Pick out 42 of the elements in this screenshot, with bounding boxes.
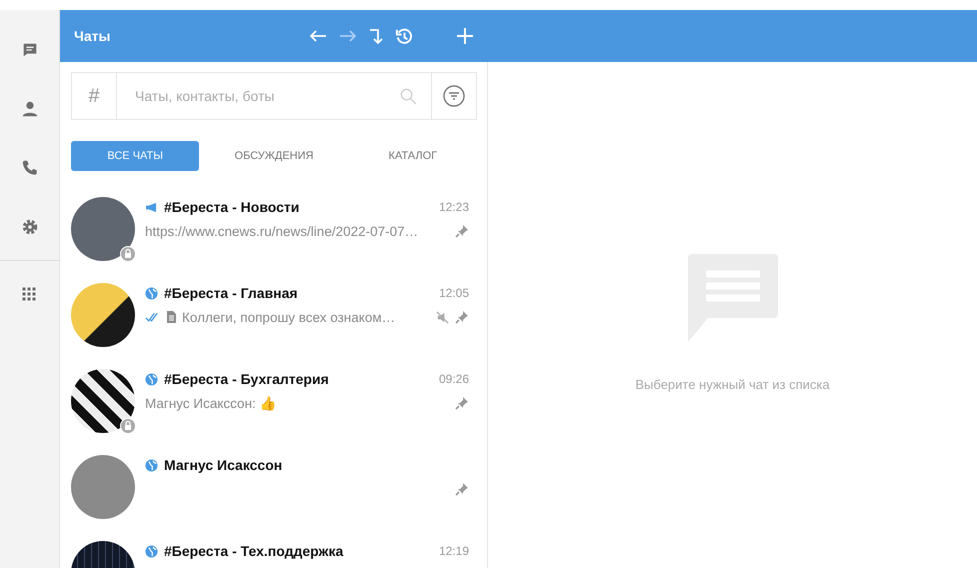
pin-icon[interactable] bbox=[455, 310, 469, 324]
message-preview: Магнус Исакссон: 👍 bbox=[145, 395, 277, 411]
history-icon[interactable] bbox=[395, 26, 414, 46]
apps-grid-icon[interactable] bbox=[22, 287, 38, 303]
chat-time: 12:19 bbox=[438, 544, 469, 558]
megaphone-icon bbox=[145, 202, 158, 212]
plus-icon[interactable] bbox=[456, 27, 474, 45]
message-preview: Коллеги, попрошу всех ознаком… bbox=[182, 310, 396, 324]
forward-arrow-icon[interactable] bbox=[339, 29, 357, 43]
person-icon[interactable] bbox=[20, 100, 38, 118]
filter-tab[interactable]: ОБСУЖДЕНИЯ bbox=[199, 141, 349, 171]
globe-icon bbox=[145, 458, 158, 472]
filter-tab[interactable]: КАТАЛОГ bbox=[348, 141, 478, 171]
chat-name: Магнус Исакссон bbox=[164, 457, 282, 473]
filter-icon[interactable] bbox=[443, 85, 465, 107]
chat-name: #Береста - Новости bbox=[164, 199, 300, 215]
back-arrow-icon[interactable] bbox=[309, 29, 327, 43]
pin-icon[interactable] bbox=[455, 482, 469, 496]
chat-name: #Береста - Главная bbox=[164, 285, 298, 301]
globe-icon bbox=[145, 544, 158, 558]
chat-name: #Береста - Бухгалтерия bbox=[164, 371, 329, 387]
turn-down-arrow-icon[interactable] bbox=[369, 27, 383, 45]
chat-icon[interactable] bbox=[20, 41, 38, 59]
globe-icon bbox=[145, 286, 158, 300]
empty-state-text: Выберите нужный чат из списка bbox=[635, 377, 830, 392]
chat-item[interactable]: #Береста - Новости 12:23 https://www.cnews.ru/news/line/2022-07-07… bbox=[71, 186, 477, 272]
search-icon[interactable] bbox=[400, 88, 417, 104]
chat-item[interactable]: #Береста - Тех.поддержка 12:19 bbox=[71, 530, 477, 568]
chat-time: 12:05 bbox=[438, 286, 469, 300]
pin-icon[interactable] bbox=[455, 396, 469, 410]
chat-item[interactable]: #Береста - Бухгалтерия 09:26 Магнус Исакссон: 👍 bbox=[71, 358, 477, 444]
pin-icon[interactable] bbox=[455, 224, 469, 238]
chat-name: #Береста - Тех.поддержка bbox=[164, 543, 344, 559]
chat-time: 12:23 bbox=[438, 200, 469, 214]
globe-icon bbox=[145, 372, 158, 386]
phone-icon[interactable] bbox=[20, 159, 38, 177]
chat-time: 09:26 bbox=[438, 372, 469, 386]
settings-icon[interactable] bbox=[20, 218, 38, 236]
chat-item[interactable]: #Береста - Главная 12:05 Коллеги, попрошу всех ознаком… bbox=[71, 272, 477, 358]
message-preview: https://www.cnews.ru/news/line/2022-07-07… bbox=[145, 224, 418, 238]
chat-item[interactable]: Магнус Исакссон bbox=[71, 444, 477, 530]
header-title: Чаты bbox=[74, 28, 110, 44]
